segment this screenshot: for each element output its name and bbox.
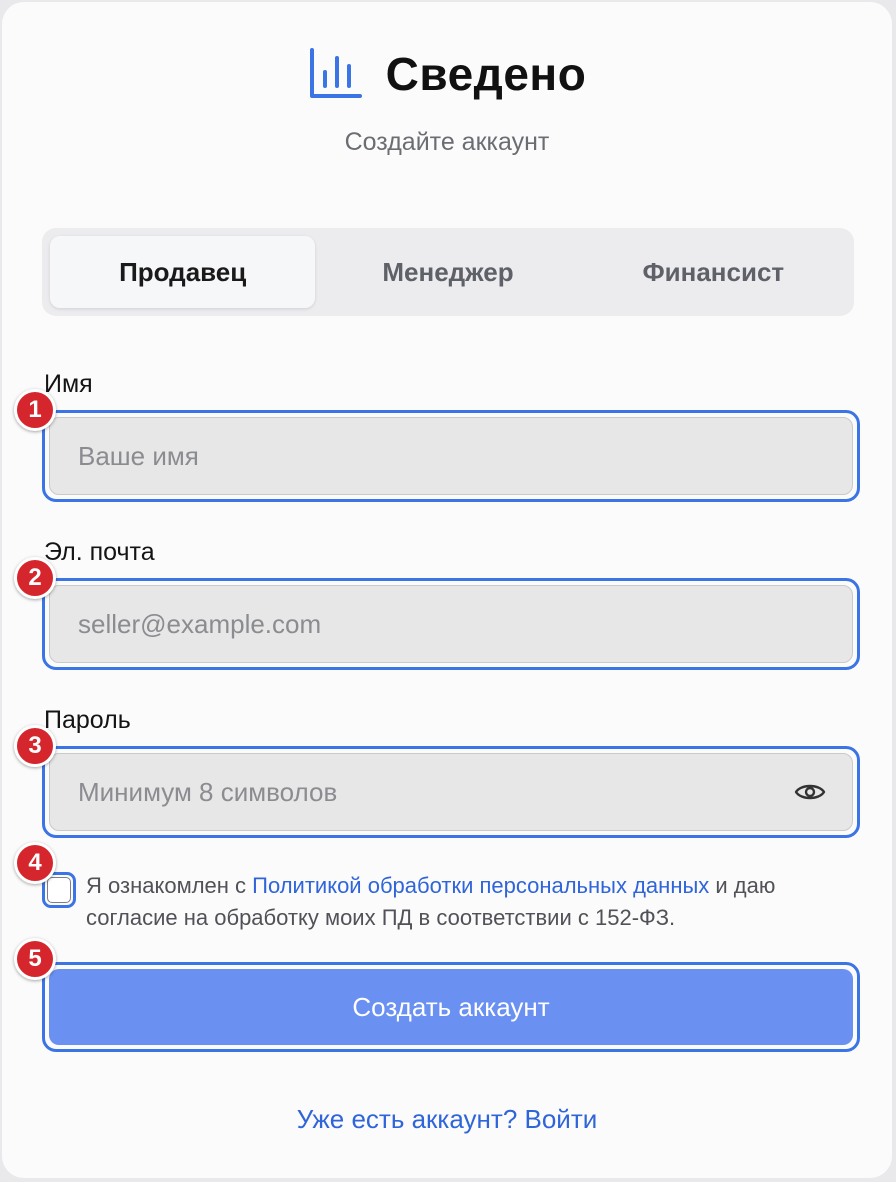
name-field-wrapper <box>42 410 860 502</box>
page-subtitle: Создайте аккаунт <box>344 128 550 156</box>
create-account-button[interactable]: Создать аккаунт <box>49 969 853 1045</box>
privacy-policy-link[interactable]: Политикой обработки персональных данных <box>252 873 709 898</box>
signup-card: Сведено Создайте аккаунт Продавец Менедж… <box>2 2 892 1178</box>
consent-text: Я ознакомлен с Политикой обработки персо… <box>86 870 866 934</box>
tab-financier[interactable]: Финансист <box>581 236 846 308</box>
login-link[interactable]: Уже есть аккаунт? Войти <box>2 1104 892 1135</box>
consent-checkbox[interactable] <box>47 877 71 903</box>
annotation-badge-1: 1 <box>14 389 56 431</box>
email-field-wrapper <box>42 578 860 670</box>
role-tabs: Продавец Менеджер Финансист <box>42 228 854 316</box>
bar-chart-icon <box>308 46 364 102</box>
tab-manager[interactable]: Менеджер <box>315 236 580 308</box>
submit-button-wrapper: Создать аккаунт <box>42 962 860 1052</box>
password-label: Пароль <box>44 706 131 734</box>
name-input[interactable] <box>76 439 826 473</box>
brand-name: Сведено <box>385 48 587 100</box>
annotation-badge-2: 2 <box>14 557 56 599</box>
brand-header: Сведено <box>2 46 892 102</box>
annotation-badge-4: 4 <box>14 842 56 884</box>
eye-icon[interactable] <box>794 781 826 803</box>
consent-text-before: Я ознакомлен с <box>86 873 253 898</box>
email-label: Эл. почта <box>44 538 155 566</box>
tab-seller[interactable]: Продавец <box>50 236 316 308</box>
name-label: Имя <box>44 370 93 398</box>
password-input[interactable] <box>76 775 782 809</box>
annotation-badge-3: 3 <box>14 725 56 767</box>
email-input[interactable] <box>76 607 826 641</box>
annotation-badge-5: 5 <box>14 938 56 980</box>
password-field-wrapper <box>42 746 860 838</box>
